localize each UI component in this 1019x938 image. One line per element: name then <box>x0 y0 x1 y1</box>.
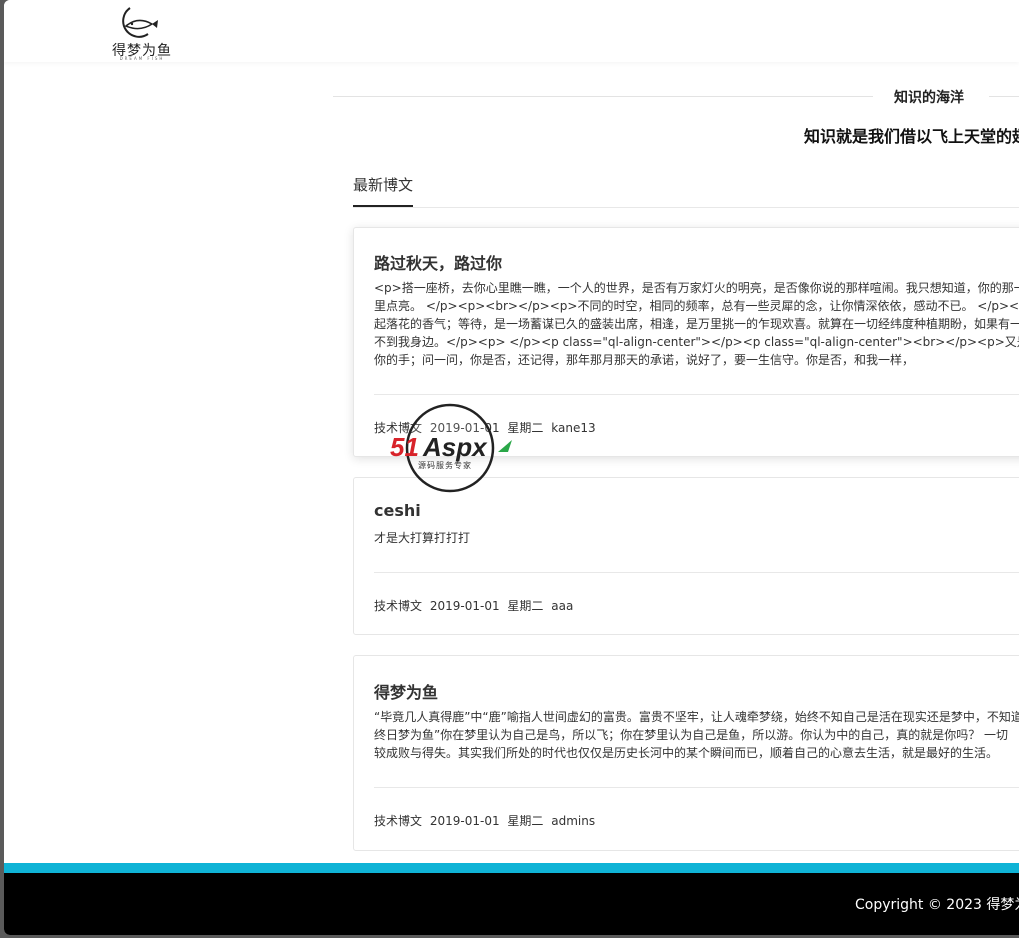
post-card[interactable]: ceshi 才是大打算打打打 技术博文 2019-01-01 星期二 aaa <box>353 477 1019 635</box>
post-author[interactable]: kane13 <box>551 421 595 435</box>
site-logo[interactable]: 得梦为鱼 DREAM FISH <box>106 2 178 62</box>
card-separator <box>374 572 1019 573</box>
slogan: 知识就是我们借以飞上天堂的翅 <box>804 127 1019 146</box>
post-excerpt: <p>搭一座桥，去你心里瞧一瞧，一个人的世界，是否有万家灯火的明亮，是否像你说的… <box>374 279 1019 369</box>
excerpt-line: 终日梦为鱼”你在梦里认为自己是鸟，所以飞；你在梦里认为自己是鱼，所以游。你认为中… <box>374 728 1009 742</box>
section-divider-left <box>333 96 873 97</box>
card-separator <box>374 394 1019 395</box>
watermark-brand-dark: Aspx <box>422 432 488 462</box>
watermark-brand-red: 51 <box>390 432 419 462</box>
fish-moon-logo-icon <box>122 7 158 38</box>
copyright-text: Copyright © 2023 得梦为鱼 <box>855 897 1019 913</box>
post-category[interactable]: 技术博文 <box>374 599 422 613</box>
watermark-tagline: 源码服务专家 <box>418 460 472 470</box>
post-date: 2019-01-01 <box>429 814 500 828</box>
excerpt-line: 起落花的香气；等待，是一场蓄谋已久的盛装出席，相逢，是万里挑一的乍现欢喜。就算在… <box>374 317 1019 331</box>
logo-subtext: DREAM FISH <box>119 56 165 61</box>
site-footer: Copyright © 2023 得梦为鱼 <box>4 873 1019 935</box>
51aspx-watermark-icon: 51 Aspx 源码服务专家 <box>390 403 512 493</box>
tab-latest-posts[interactable]: 最新博文 <box>353 174 414 207</box>
excerpt-line: 你的手；问一问，你是否，还记得，那年那月那天的承诺，说好了，要一生信守。你是否，… <box>374 353 915 367</box>
excerpt-line: 里点亮。 </p><p><br></p><p>不同的时空，相同的频率，总有一些灵… <box>374 299 1019 313</box>
post-title[interactable]: ceshi <box>374 501 421 520</box>
post-weekday: 星期二 <box>507 599 544 613</box>
section-title: 知识的海洋 <box>894 90 964 106</box>
post-category[interactable]: 技术博文 <box>374 814 422 828</box>
card-separator <box>374 787 1019 788</box>
site-header: 得梦为鱼 DREAM FISH <box>4 0 1019 62</box>
browser-window: 得梦为鱼 DREAM FISH 知识的海洋 知识就是我们借以飞上天堂的翅 最新博… <box>4 0 1019 935</box>
post-date: 2019-01-01 <box>429 599 500 613</box>
excerpt-line: 较成败与得失。其实我们所处的时代也仅仅是历史长河中的某个瞬间而已，顺着自己的心意… <box>374 746 999 760</box>
post-excerpt: “毕竟几人真得鹿”中“鹿”喻指人世间虚幻的富贵。富贵不坚牢，让人魂牵梦绕，始终不… <box>374 708 1019 762</box>
post-weekday: 星期二 <box>507 814 544 828</box>
post-excerpt: 才是大打算打打打 <box>374 529 1019 547</box>
footer-accent-bar <box>4 863 1019 873</box>
excerpt-line: <p>搭一座桥，去你心里瞧一瞧，一个人的世界，是否有万家灯火的明亮，是否像你说的… <box>374 281 1019 295</box>
section-divider-right <box>989 96 1019 97</box>
post-title[interactable]: 路过秋天，路过你 <box>374 250 502 274</box>
post-card[interactable]: 得梦为鱼 “毕竟几人真得鹿”中“鹿”喻指人世间虚幻的富贵。富贵不坚牢，让人魂牵梦… <box>353 655 1019 851</box>
post-meta: 技术博文 2019-01-01 星期二 admins <box>374 812 599 829</box>
tabs-bar: 最新博文 <box>353 174 1019 208</box>
excerpt-line: 才是大打算打打打 <box>374 531 471 545</box>
post-meta: 技术博文 2019-01-01 星期二 aaa <box>374 597 577 614</box>
post-author[interactable]: admins <box>551 814 595 828</box>
post-title[interactable]: 得梦为鱼 <box>374 679 438 703</box>
excerpt-line: 不到我身边。</p><p> </p><p class="ql-align-cen… <box>374 335 1019 349</box>
post-author[interactable]: aaa <box>551 599 573 613</box>
excerpt-line: “毕竟几人真得鹿”中“鹿”喻指人世间虚幻的富贵。富贵不坚牢，让人魂牵梦绕，始终不… <box>374 710 1019 724</box>
